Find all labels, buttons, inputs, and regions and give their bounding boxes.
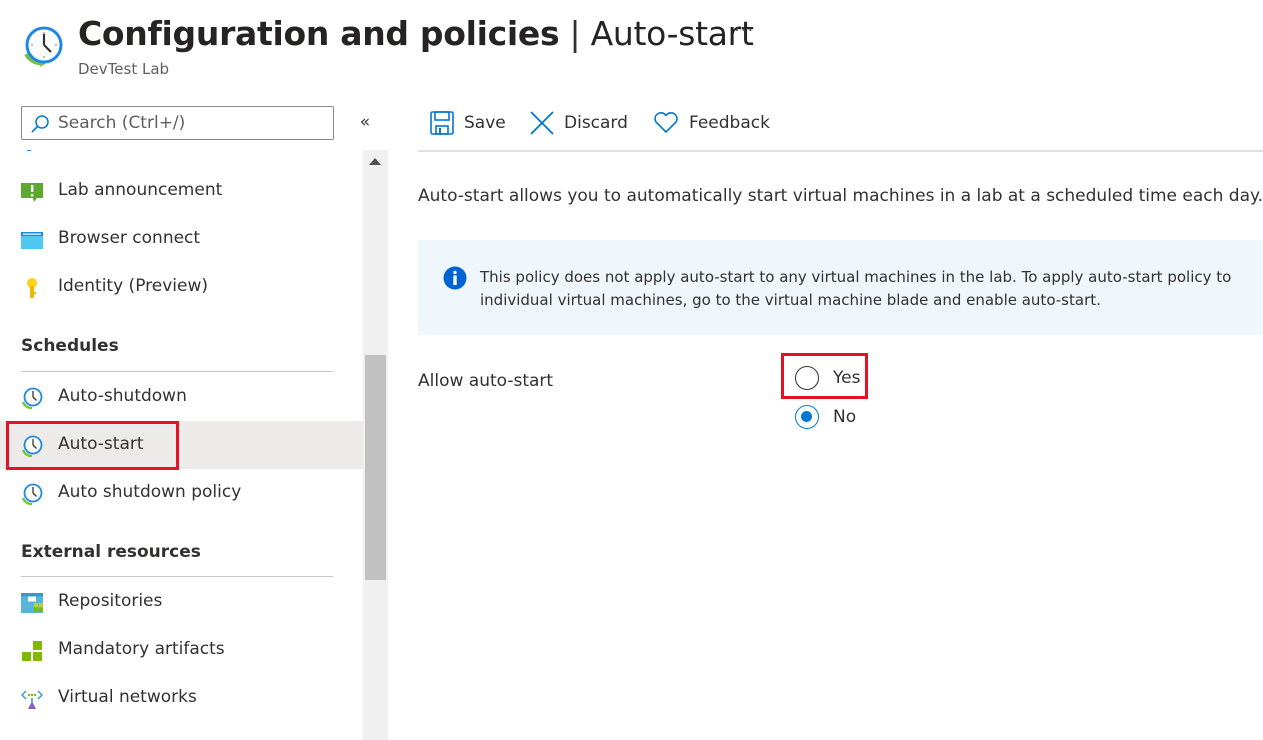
page-subtitle: DevTest Lab [78, 60, 170, 78]
repositories-icon [21, 593, 43, 613]
sidebar-item-identity[interactable]: Identity (Preview) [0, 263, 363, 311]
save-button[interactable]: Save [430, 108, 506, 138]
sidebar-item-label: Auto-shutdown [58, 386, 187, 406]
artifacts-icon [22, 641, 42, 661]
sidebar-item-virtual-networks[interactable]: Virtual networks [0, 674, 363, 722]
feedback-button[interactable]: Feedback [653, 108, 770, 138]
sidebar-item-mandatory-artifacts[interactable]: Mandatory artifacts [0, 626, 363, 674]
section-title-schedules: Schedules [21, 336, 119, 356]
sidebar-item-label: Lab announcement [58, 180, 223, 200]
radio-yes-label: Yes [833, 368, 861, 388]
clock-icon [21, 483, 43, 505]
info-line-2: individual virtual machines, go to the v… [480, 291, 1101, 309]
clock-icon [24, 26, 63, 67]
save-label: Save [464, 113, 506, 133]
sidebar-item-auto-shutdown[interactable]: Auto-shutdown [0, 373, 363, 421]
sidebar-item-repositories[interactable]: Repositories [0, 578, 363, 626]
sidebar-nav: Lab announcement Browser connect Identit… [0, 150, 363, 740]
sidebar-item-hidden[interactable] [0, 150, 363, 160]
sidebar-item-browser-connect[interactable]: Browser connect [0, 215, 363, 263]
sidebar-item-label: Mandatory artifacts [58, 639, 225, 659]
info-banner: This policy does not apply auto-start to… [418, 240, 1263, 335]
section-divider [21, 371, 333, 372]
info-text: This policy does not apply auto-start to… [480, 266, 1231, 312]
radio-no-label: No [833, 407, 857, 427]
sidebar-item-label: Virtual networks [58, 687, 197, 707]
scrollbar-thumb[interactable] [365, 355, 386, 580]
page-title: Configuration and policies | Auto-start [78, 14, 754, 53]
section-title-external-resources: External resources [21, 542, 201, 562]
sidebar-item-label: Auto-start [58, 434, 144, 454]
key-icon [27, 278, 37, 298]
info-icon [443, 266, 467, 290]
feedback-label: Feedback [689, 113, 770, 133]
search-icon [31, 115, 49, 133]
section-divider [21, 576, 333, 577]
search-input[interactable] [58, 110, 323, 136]
search-box[interactable] [21, 106, 334, 140]
toolbar-divider [418, 150, 1263, 152]
partial-icon [27, 150, 31, 151]
sidebar-item-auto-shutdown-policy[interactable]: Auto shutdown policy [0, 469, 363, 517]
info-line-1: This policy does not apply auto-start to… [480, 268, 1232, 286]
radio-yes[interactable]: Yes [795, 363, 860, 393]
more-options-button[interactable]: ··· [734, 20, 754, 41]
sidebar-item-label: Browser connect [58, 228, 201, 248]
clock-icon [21, 387, 43, 409]
discard-label: Discard [564, 113, 628, 133]
heart-icon [654, 111, 678, 133]
page-title-section: Auto-start [590, 14, 754, 53]
virtual-network-icon [21, 690, 43, 709]
sidebar-item-label: Auto shutdown policy [58, 482, 242, 502]
lab-announcement-icon [21, 183, 43, 202]
collapse-sidebar-button[interactable]: « [355, 112, 375, 132]
allow-auto-start-label: Allow auto-start [418, 371, 554, 391]
browser-connect-icon [21, 232, 43, 249]
sidebar-item-label: Repositories [58, 591, 163, 611]
sidebar-item-lab-announcement[interactable]: Lab announcement [0, 167, 363, 215]
discard-button[interactable]: Discard [530, 108, 628, 138]
clock-icon [21, 435, 43, 457]
radio-no-circle[interactable] [795, 405, 819, 429]
description-text: Auto-start allows you to automatically s… [418, 186, 1263, 206]
sidebar-item-auto-start[interactable]: Auto-start [0, 421, 363, 469]
radio-yes-circle[interactable] [795, 366, 819, 390]
close-icon [530, 111, 554, 135]
scroll-up-arrow-icon[interactable] [369, 158, 381, 165]
radio-no[interactable]: No [795, 402, 856, 432]
page-title-separator: | [569, 14, 581, 53]
save-icon [430, 111, 454, 135]
page-title-main: Configuration and policies [78, 14, 560, 53]
sidebar-item-label: Identity (Preview) [58, 276, 208, 296]
